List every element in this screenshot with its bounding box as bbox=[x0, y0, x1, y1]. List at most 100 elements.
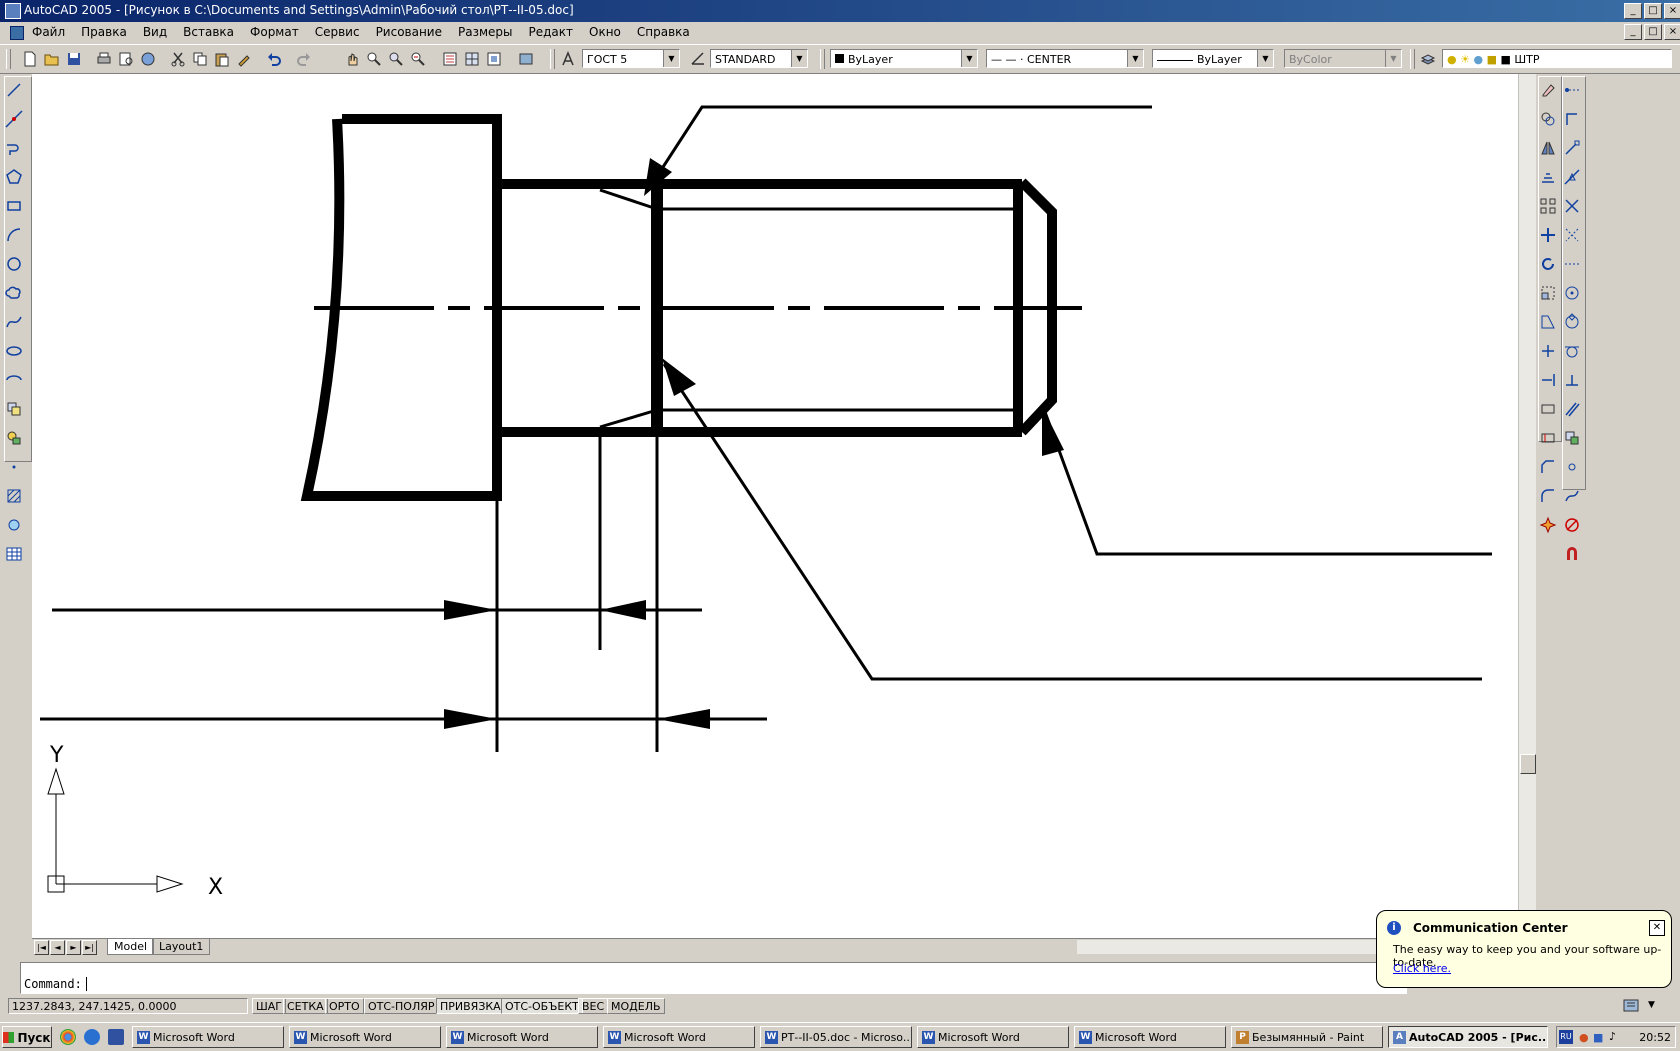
start-button[interactable]: Пуск bbox=[2, 1026, 52, 1048]
cut-icon[interactable] bbox=[170, 51, 186, 67]
properties-icon[interactable] bbox=[442, 51, 458, 67]
menu-format[interactable]: Формат bbox=[250, 25, 299, 39]
new-file-icon[interactable] bbox=[22, 51, 38, 67]
spline-icon[interactable] bbox=[5, 313, 23, 331]
tab-last-button[interactable]: ►| bbox=[82, 940, 97, 955]
taskbar-item-autocad[interactable]: A AutoCAD 2005 - [Рис... bbox=[1388, 1026, 1548, 1048]
vertical-scrollbar[interactable] bbox=[1518, 74, 1536, 938]
undo-icon[interactable] bbox=[266, 51, 282, 67]
menu-edit[interactable]: Правка bbox=[81, 25, 127, 39]
command-input[interactable] bbox=[85, 977, 87, 991]
tab-first-button[interactable]: |◄ bbox=[34, 940, 49, 955]
taskbar-item-word-2[interactable]: W Microsoft Word bbox=[289, 1026, 441, 1048]
language-indicator[interactable]: RU bbox=[1559, 1030, 1573, 1044]
menu-tools[interactable]: Сервис bbox=[315, 25, 360, 39]
zoom-previous-icon[interactable] bbox=[410, 51, 426, 67]
match-properties-icon[interactable] bbox=[236, 51, 252, 67]
chevron-down-icon[interactable]: ▼ bbox=[791, 50, 807, 67]
mirror-icon[interactable] bbox=[1539, 139, 1557, 157]
menu-draw[interactable]: Рисование bbox=[376, 25, 442, 39]
arc-icon[interactable] bbox=[5, 226, 23, 244]
minimize-button[interactable]: _ bbox=[1624, 3, 1642, 19]
copy-icon[interactable] bbox=[192, 51, 208, 67]
ortho-mode-button[interactable]: ОРТО bbox=[325, 998, 364, 1014]
hatch-icon[interactable] bbox=[5, 487, 23, 505]
network-icon[interactable]: ■ bbox=[1593, 1031, 1603, 1044]
plot-style-select[interactable]: ByColor ▼ bbox=[1284, 49, 1402, 68]
layer-manager-icon[interactable] bbox=[1420, 51, 1436, 67]
snap-insert-icon[interactable] bbox=[1563, 429, 1581, 447]
balloon-link[interactable]: Click here. bbox=[1393, 962, 1451, 975]
taskbar-item-word-4[interactable]: W Microsoft Word bbox=[603, 1026, 755, 1048]
chamfer-icon[interactable] bbox=[1539, 458, 1557, 476]
internet-explorer-icon[interactable] bbox=[84, 1029, 100, 1045]
communication-center-icon[interactable] bbox=[1622, 998, 1640, 1014]
move-icon[interactable] bbox=[1539, 226, 1557, 244]
tray-app-icon[interactable]: ● bbox=[1579, 1031, 1589, 1044]
menu-window[interactable]: Окно bbox=[589, 25, 621, 39]
point-icon[interactable] bbox=[5, 458, 23, 476]
otrack-mode-button[interactable]: ОТС-ОБЪЕКТ bbox=[501, 998, 583, 1014]
snap-apparent-intersect-icon[interactable] bbox=[1563, 226, 1581, 244]
snap-quadrant-icon[interactable] bbox=[1563, 313, 1581, 331]
layer-vp-icon[interactable]: ● bbox=[1473, 53, 1483, 66]
drawing-area[interactable]: Y X bbox=[32, 74, 1518, 938]
osnap-mode-button[interactable]: ПРИВЯЗКА bbox=[436, 998, 505, 1014]
snap-none-icon[interactable] bbox=[1563, 516, 1581, 534]
help-icon[interactable] bbox=[518, 51, 534, 67]
doc-close-button[interactable]: × bbox=[1664, 24, 1680, 40]
construction-line-icon[interactable] bbox=[5, 110, 23, 128]
ellipse-icon[interactable] bbox=[5, 342, 23, 360]
chevron-down-icon[interactable]: ▼ bbox=[1385, 50, 1401, 67]
model-mode-button[interactable]: МОДЕЛЬ bbox=[607, 998, 665, 1014]
open-file-icon[interactable] bbox=[44, 51, 60, 67]
doc-restore-button[interactable]: □ bbox=[1644, 24, 1662, 40]
copy-object-icon[interactable] bbox=[1539, 110, 1557, 128]
drawing-svg[interactable]: Y X bbox=[32, 74, 1518, 938]
menu-insert[interactable]: Вставка bbox=[183, 25, 234, 39]
explode-icon[interactable] bbox=[1539, 516, 1557, 534]
taskbar-item-word-5[interactable]: W Microsoft Word bbox=[917, 1026, 1069, 1048]
toolbar-grip[interactable] bbox=[550, 49, 555, 69]
document-icon[interactable] bbox=[10, 26, 24, 40]
chrome-icon[interactable] bbox=[60, 1029, 76, 1045]
color-select[interactable]: ByLayer ▼ bbox=[830, 49, 978, 68]
layer-on-icon[interactable]: ● bbox=[1447, 53, 1457, 66]
polygon-icon[interactable] bbox=[5, 168, 23, 186]
snap-parallel-icon[interactable] bbox=[1563, 400, 1581, 418]
volume-icon[interactable]: ♪ bbox=[1609, 1030, 1616, 1043]
chevron-down-icon[interactable]: ▼ bbox=[663, 50, 679, 67]
scale-icon[interactable] bbox=[1539, 284, 1557, 302]
publish-icon[interactable] bbox=[140, 51, 156, 67]
break-icon[interactable] bbox=[1539, 429, 1557, 447]
design-center-icon[interactable] bbox=[464, 51, 480, 67]
plot-preview-icon[interactable] bbox=[118, 51, 134, 67]
balloon-close-button[interactable]: ✕ bbox=[1649, 920, 1665, 936]
extend-icon[interactable] bbox=[1539, 371, 1557, 389]
tab-prev-button[interactable]: ◄ bbox=[50, 940, 65, 955]
snap-center-icon[interactable] bbox=[1563, 284, 1581, 302]
insert-block-icon[interactable] bbox=[5, 400, 23, 418]
line-icon[interactable] bbox=[5, 81, 23, 99]
menu-modify[interactable]: Редакт bbox=[529, 25, 574, 39]
fillet-icon[interactable] bbox=[1539, 487, 1557, 505]
coordinates-display[interactable]: 1237.2843, 247.1425, 0.0000 bbox=[8, 998, 248, 1014]
offset-icon[interactable] bbox=[1539, 168, 1557, 186]
print-icon[interactable] bbox=[96, 51, 112, 67]
toolbar-grip[interactable] bbox=[820, 49, 825, 69]
doc-minimize-button[interactable]: _ bbox=[1624, 24, 1642, 40]
break-at-point-icon[interactable] bbox=[1539, 400, 1557, 418]
command-window[interactable]: Command: bbox=[20, 962, 1407, 994]
circle-icon[interactable] bbox=[5, 255, 23, 273]
taskbar-item-word-6[interactable]: W Microsoft Word bbox=[1074, 1026, 1226, 1048]
layer-select[interactable]: ● ☀ ● ■ ■ ШТР bbox=[1442, 49, 1672, 68]
menu-help[interactable]: Справка bbox=[637, 25, 690, 39]
taskbar-item-paint[interactable]: P Безымянный - Paint bbox=[1231, 1026, 1383, 1048]
menu-view[interactable]: Вид bbox=[143, 25, 167, 39]
toolbar-grip[interactable] bbox=[1410, 49, 1415, 69]
ellipse-arc-icon[interactable] bbox=[5, 371, 23, 389]
zoom-window-icon[interactable] bbox=[388, 51, 404, 67]
chevron-down-icon[interactable]: ▼ bbox=[961, 50, 977, 67]
make-block-icon[interactable] bbox=[5, 429, 23, 447]
lineweight-select[interactable]: ByLayer ▼ bbox=[1152, 49, 1274, 68]
